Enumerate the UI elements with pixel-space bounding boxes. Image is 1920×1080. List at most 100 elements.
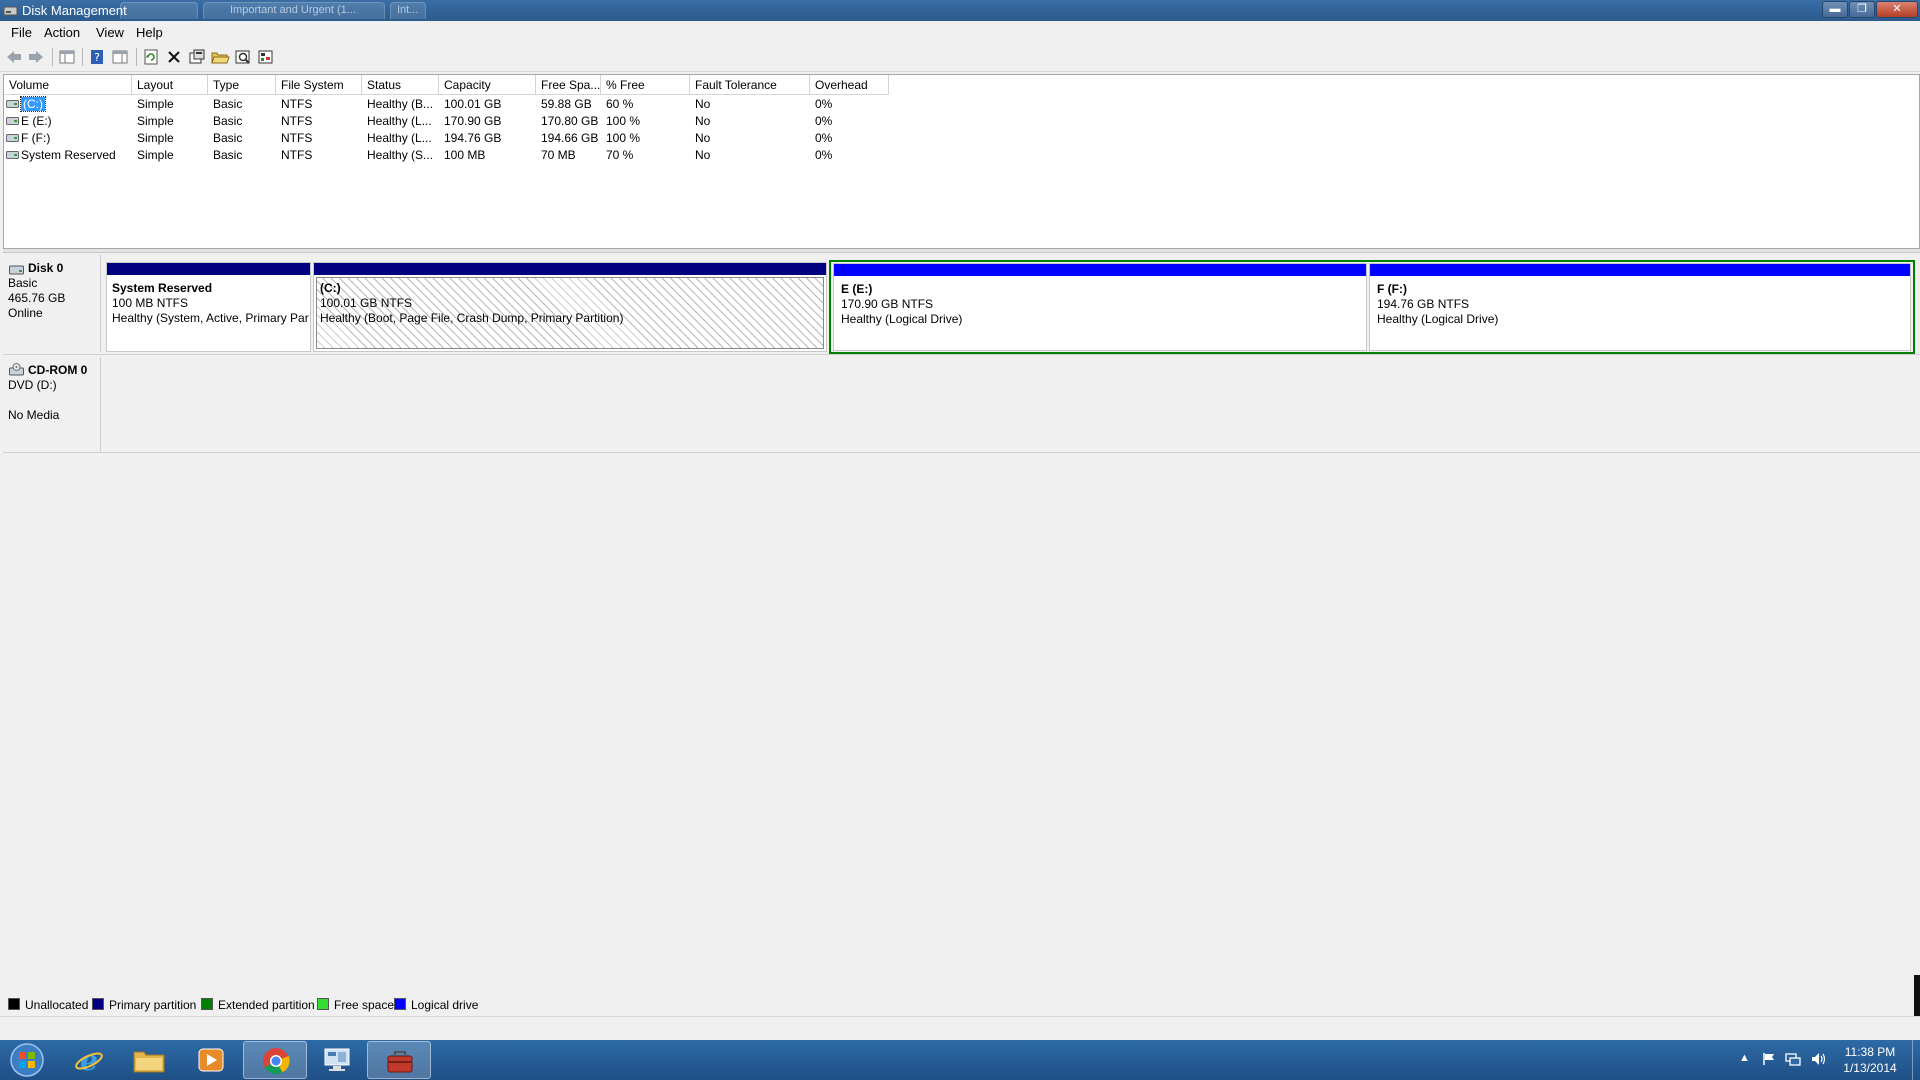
properties-icon[interactable] [187, 48, 207, 66]
table-cell: 100.01 GB [444, 97, 502, 111]
explore-icon[interactable] [233, 48, 253, 66]
legend-swatch [201, 998, 213, 1010]
legend-logical-drive: Logical drive [394, 998, 478, 1012]
partition-f[interactable]: F (F:) 194.76 GB NTFS Healthy (Logical D… [1369, 263, 1911, 351]
table-cell: Healthy (L... [367, 114, 432, 128]
table-cell: 0% [815, 148, 833, 162]
table-cell: Basic [213, 97, 243, 111]
clock-date[interactable]: 1/13/2014 [1835, 1061, 1905, 1075]
menu-help[interactable]: Help [136, 25, 163, 40]
maximize-button[interactable]: ❐ [1849, 1, 1875, 18]
table-row-volume[interactable]: F (F:) [4, 130, 132, 147]
column-header-status[interactable]: Status [362, 75, 439, 95]
table-cell: 100 % [606, 131, 641, 145]
window-title: Disk Management [22, 3, 127, 18]
column-header-layout[interactable]: Layout [132, 75, 208, 95]
network-icon[interactable] [1785, 1052, 1801, 1066]
menu-bar: File Action View Help [0, 21, 1920, 42]
console-tree-icon[interactable] [57, 48, 77, 66]
table-cell: 70 % [606, 148, 634, 162]
column-header-overhead[interactable]: Overhead [810, 75, 889, 95]
cdrom0-info[interactable]: CD-ROM 0 DVD (D:) No Media [0, 357, 101, 453]
menu-action[interactable]: Action [44, 25, 80, 40]
status-bar [0, 1016, 1920, 1040]
close-icon: ✕ [1892, 3, 1902, 15]
partition-e[interactable]: E (E:) 170.90 GB NTFS Healthy (Logical D… [833, 263, 1367, 351]
table-cell: 59.88 GB [541, 97, 592, 111]
toolbar-separator [82, 48, 83, 66]
partition-system-reserved[interactable]: System Reserved 100 MB NTFS Healthy (Sys… [106, 262, 311, 352]
disk0-size: 465.76 GB [8, 291, 66, 305]
table-cell: NTFS [281, 114, 313, 128]
disk-row-divider [3, 452, 1920, 453]
minimize-button[interactable]: ▬ [1822, 1, 1848, 18]
table-cell: Healthy (L... [367, 131, 432, 145]
taskbar-media-player[interactable] [179, 1041, 243, 1079]
legend-extended-partition: Extended partition [201, 998, 315, 1012]
pane-splitter[interactable] [3, 249, 1920, 253]
column-header-fault-tolerance[interactable]: Fault Tolerance [690, 75, 810, 95]
file-explorer-icon [133, 1051, 165, 1073]
table-cell: Simple [137, 148, 174, 162]
table-cell: NTFS [281, 148, 313, 162]
cdrom0-media: No Media [8, 408, 60, 422]
table-row-volume[interactable]: System Reserved [4, 147, 132, 164]
delete-icon[interactable] [164, 48, 184, 66]
table-cell: 170.80 GB [541, 114, 599, 128]
primary-partition-bar [314, 263, 826, 275]
volume-icon[interactable] [1810, 1052, 1826, 1066]
logical-drive-bar [1370, 264, 1910, 276]
disk0-info[interactable]: Disk 0 Basic 465.76 GB Online [0, 255, 101, 352]
taskbar-explorer[interactable] [118, 1041, 182, 1079]
column-header-free-space[interactable]: Free Spa... [536, 75, 601, 95]
menu-file[interactable]: File [11, 25, 32, 40]
table-row-volume[interactable]: (C:) [4, 96, 132, 113]
column-header-file-system[interactable]: File System [276, 75, 362, 95]
start-orb-icon[interactable] [4, 1041, 50, 1079]
table-row-volume[interactable]: E (E:) [4, 113, 132, 130]
table-cell: 100 % [606, 114, 641, 128]
table-cell: Simple [137, 97, 174, 111]
settings-icon[interactable] [256, 48, 276, 66]
table-cell: 60 % [606, 97, 634, 111]
taskbar-disk-management[interactable] [367, 1041, 431, 1079]
open-icon[interactable] [210, 48, 230, 66]
table-cell: 194.76 GB [444, 131, 502, 145]
background-tab [120, 2, 198, 19]
menu-view[interactable]: View [96, 25, 124, 40]
minimize-icon: ▬ [1829, 3, 1841, 15]
drive-icon [6, 134, 19, 142]
column-header-capacity[interactable]: Capacity [439, 75, 536, 95]
partition-c[interactable]: (C:) 100.01 GB NTFS Healthy (Boot, Page … [313, 262, 827, 352]
drive-icon [6, 100, 19, 108]
show-desktop-button[interactable] [1912, 1040, 1920, 1080]
cdrom0-drive: DVD (D:) [8, 378, 57, 392]
show-hidden-icons-icon[interactable]: ▲ [1739, 1052, 1750, 1064]
legend-swatch [394, 998, 406, 1010]
legend-swatch [317, 998, 329, 1010]
help-icon[interactable]: ? [87, 48, 107, 66]
action-center-flag-icon[interactable] [1762, 1052, 1776, 1066]
table-cell: 194.66 GB [541, 131, 599, 145]
taskbar-chrome[interactable] [243, 1041, 307, 1079]
refresh-icon[interactable] [141, 48, 161, 66]
column-header-type[interactable]: Type [208, 75, 276, 95]
logical-drive-bar [834, 264, 1366, 276]
close-button[interactable]: ✕ [1876, 1, 1918, 18]
title-bar[interactable]: Disk Management Important and Urgent (1.… [0, 0, 1920, 21]
toolbar-separator [136, 48, 137, 66]
disk-management-icon [3, 6, 18, 16]
table-cell: Healthy (S... [367, 148, 434, 162]
forward-icon[interactable] [26, 48, 46, 66]
drive-icon [6, 151, 19, 159]
table-cell: NTFS [281, 97, 313, 111]
back-icon[interactable] [4, 48, 24, 66]
volume-list[interactable]: Volume Layout Type File System Status Ca… [3, 74, 1920, 249]
clock-time[interactable]: 11:38 PM [1835, 1045, 1905, 1059]
column-header-percent-free[interactable]: % Free [601, 75, 690, 95]
taskbar-ie[interactable]: e [57, 1041, 121, 1079]
column-header-volume[interactable]: Volume [4, 75, 132, 95]
taskbar-computer-management[interactable] [305, 1041, 369, 1079]
toolbar: ? [0, 42, 1920, 72]
show-hide-icon[interactable] [110, 48, 130, 66]
